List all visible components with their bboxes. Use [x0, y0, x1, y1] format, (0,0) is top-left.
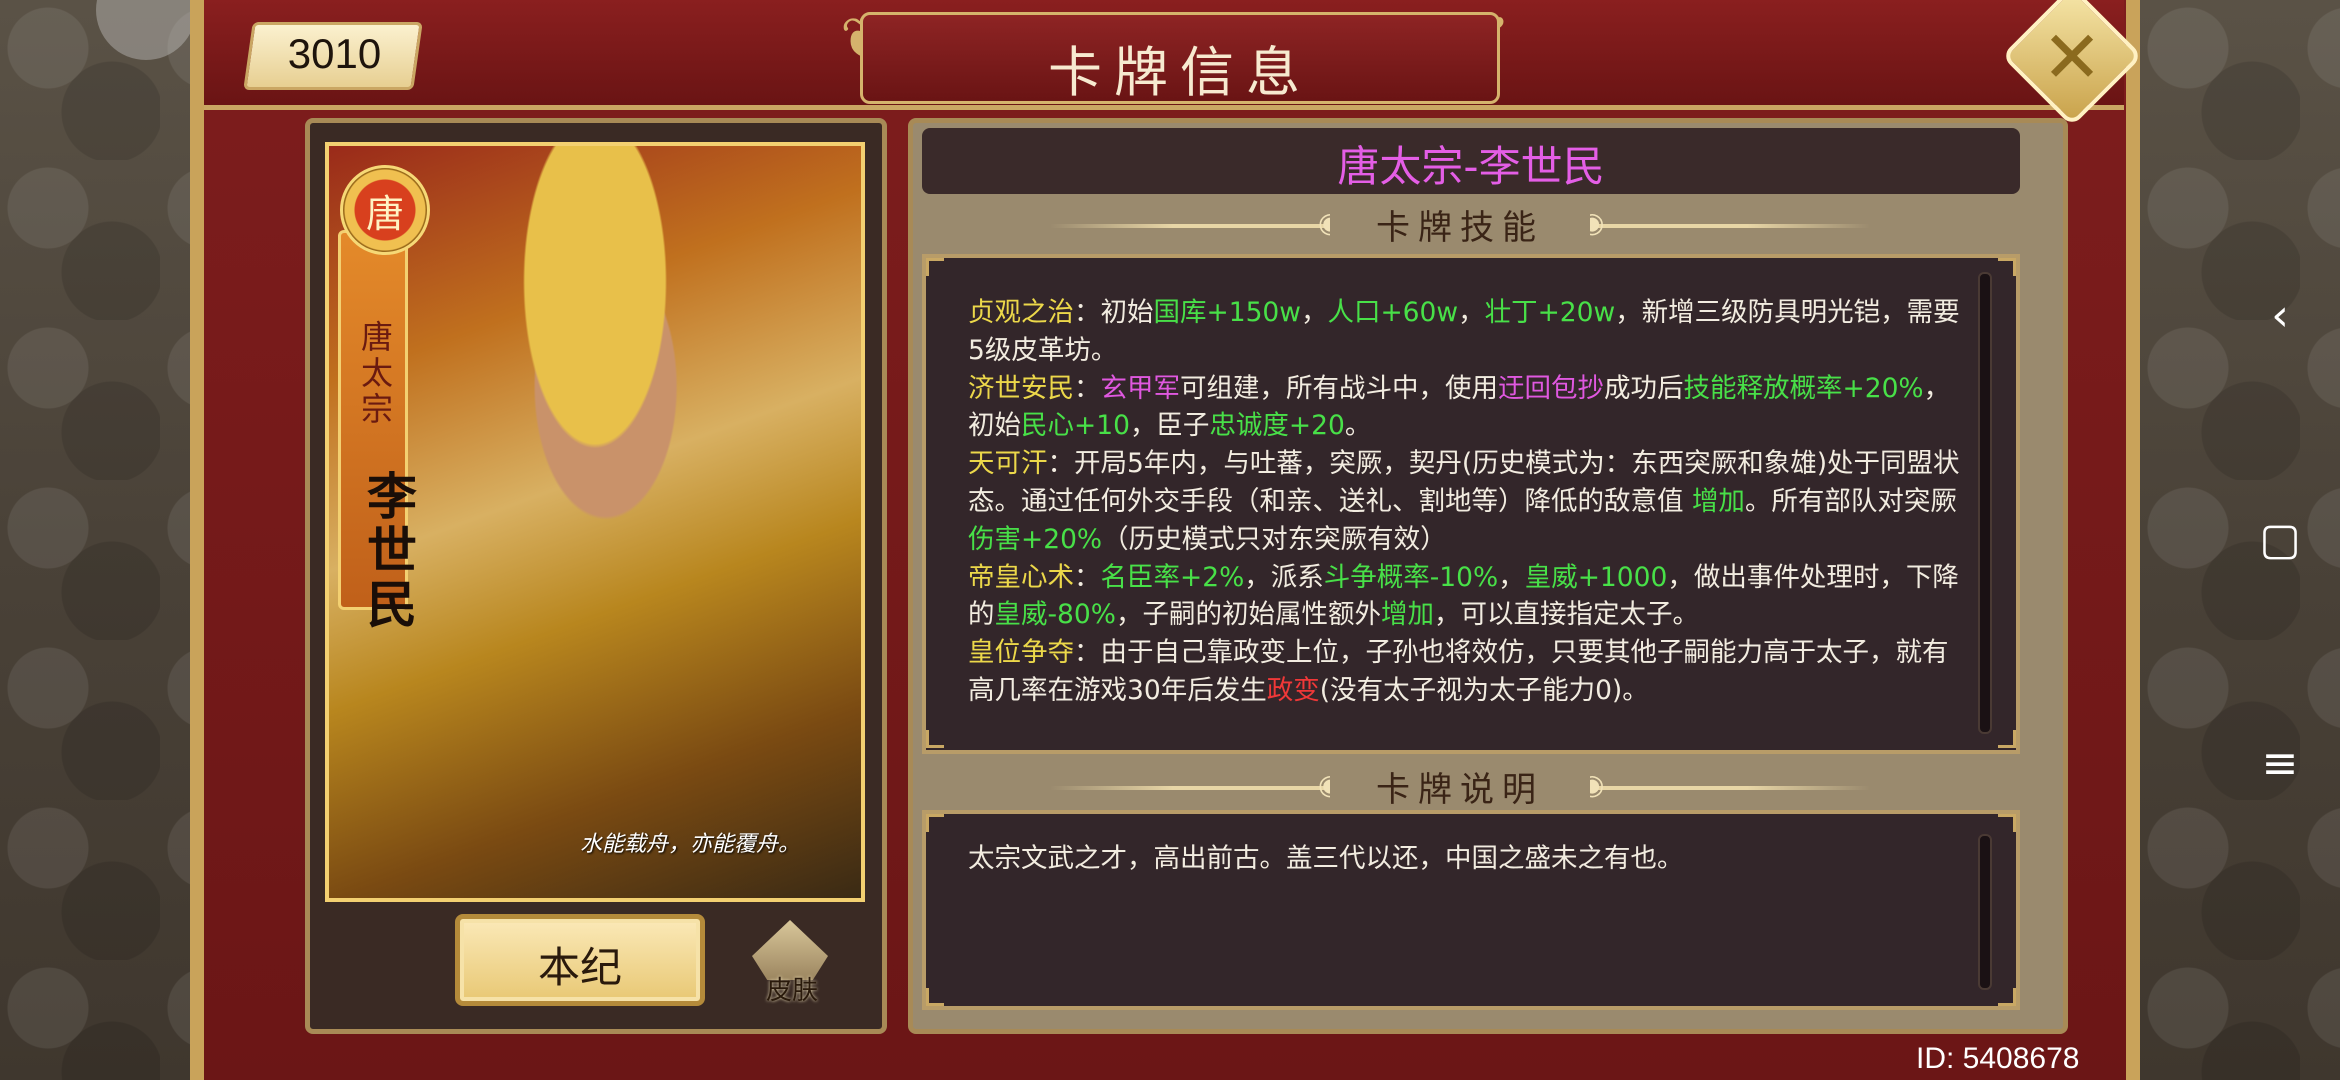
skill-text: ，可以直接指定太子。: [1433, 599, 1699, 631]
skill-text: ：初始: [1074, 297, 1154, 328]
back-icon[interactable]: ‹: [2250, 286, 2310, 346]
skill-name: 济世安民: [968, 372, 1074, 404]
skill-text: 玄甲军: [1100, 372, 1181, 404]
corner-ornament: [926, 258, 944, 276]
skill-text: 。: [1344, 410, 1372, 442]
card-quote: 水能载舟，亦能覆舟。: [579, 832, 800, 857]
corner-ornament: [1998, 730, 2016, 748]
emblem-char: 唐: [365, 192, 404, 236]
skill-text: 成功后: [1604, 372, 1684, 404]
skill-text: ，派系: [1244, 561, 1324, 593]
corner-ornament: [926, 730, 944, 748]
skill-text: 伤害+20%: [968, 523, 1103, 555]
skill-name: 皇位争夺: [968, 637, 1074, 669]
system-nav-bar: ‹ ▢ ≡: [2220, 0, 2340, 1080]
skill-text: ：: [1074, 561, 1101, 593]
background-left: [0, 0, 220, 1080]
skill-entry: 贞观之治：初始国库+150w，人口+60w，壮丁+20w，新增三级防具明光铠，需…: [968, 294, 1968, 370]
card-description: 太宗文武之才，高出前古。盖三代以还，中国之盛未之有也。: [968, 843, 1684, 874]
skill-text: ，: [1300, 297, 1328, 328]
skill-entry: 济世安民：玄甲军可组建，所有战斗中，使用迂回包抄成功后技能释放概率+20%，初始…: [968, 370, 1968, 446]
skill-text: 政变: [1266, 674, 1320, 706]
menu-icon[interactable]: ≡: [2250, 734, 2310, 794]
skill-text: 皇威-80%: [994, 599, 1116, 631]
skill-entry: 帝皇心术：名臣率+2%，派系斗争概率-10%，皇威+1000，做出事件处理时，下…: [968, 559, 1968, 635]
skill-text: (没有太子视为太子能力0)。: [1319, 674, 1649, 706]
description-heading: 卡牌说明: [1330, 762, 1590, 811]
skill-name: 帝皇心术: [968, 561, 1074, 593]
card-character-name: 李世民: [359, 470, 418, 632]
corner-ornament: [926, 814, 944, 832]
skill-text: （历史模式只对东突厥有效）: [1102, 523, 1447, 555]
description-scrollbar[interactable]: [1978, 834, 1992, 990]
user-id: ID: 5408678: [1916, 1042, 2080, 1075]
skill-text: 名臣率+2%: [1100, 561, 1245, 593]
skill-text: ，臣子: [1129, 410, 1210, 442]
skill-text: 迂回包抄: [1498, 372, 1604, 404]
skill-text: ：: [1074, 372, 1101, 404]
skills-heading: 卡牌技能: [1330, 200, 1590, 249]
corner-ornament: [1998, 258, 2016, 276]
skill-text: ，: [1458, 297, 1485, 328]
skill-text: ，: [1498, 561, 1525, 593]
page-title: 卡牌信息: [1048, 41, 1312, 104]
skills-list: 贞观之治：初始国库+150w，人口+60w，壮丁+20w，新增三级防具明光铠，需…: [968, 294, 1968, 710]
skill-text: 人口+60w: [1327, 297, 1459, 328]
skill-name: 贞观之治: [968, 297, 1074, 328]
skill-text: 民心+10: [1021, 410, 1130, 442]
skin-button-label[interactable]: 皮肤: [744, 970, 840, 1007]
close-icon[interactable]: ✕: [2022, 12, 2122, 102]
skill-text: 壮丁+20w: [1484, 297, 1616, 328]
card-number: 3010: [287, 30, 382, 77]
card-dynasty: 唐太宗: [356, 320, 394, 428]
skill-entry: 天可汗：开局5年内，与吐蕃，突厥，契丹(历史模式为：东西突厥和象雄)处于同盟状态…: [968, 445, 1968, 558]
skill-text: ，子嗣的初始属性额外: [1115, 599, 1381, 631]
skill-name: 天可汗: [968, 448, 1048, 480]
skills-scrollbar[interactable]: [1978, 272, 1992, 734]
corner-ornament: [926, 988, 944, 1006]
home-icon[interactable]: ▢: [2250, 510, 2310, 570]
skill-text: 增加: [1380, 599, 1434, 631]
skill-text: 。所有部队对突厥: [1744, 485, 1957, 517]
skill-text: 技能释放概率+20%: [1683, 372, 1924, 404]
corner-ornament: [1998, 814, 2016, 832]
skill-text: 忠诚度+20: [1209, 410, 1345, 442]
skill-text: 增加: [1691, 485, 1745, 517]
skill-text: 斗争概率-10%: [1323, 561, 1499, 593]
biography-button-label[interactable]: 本纪: [455, 934, 705, 995]
skill-text: 皇威+1000: [1524, 561, 1668, 593]
skill-entry: 皇位争夺：由于自己靠政变上位，子孙也将效仿，只要其他子嗣能力高于太子，就有高几率…: [968, 634, 1968, 710]
skill-text: 可组建，所有战斗中，使用: [1180, 372, 1498, 404]
card-title-name: 唐太宗-李世民: [1337, 142, 1605, 191]
skill-text: 国库+150w: [1153, 297, 1301, 328]
corner-ornament: [1998, 988, 2016, 1006]
